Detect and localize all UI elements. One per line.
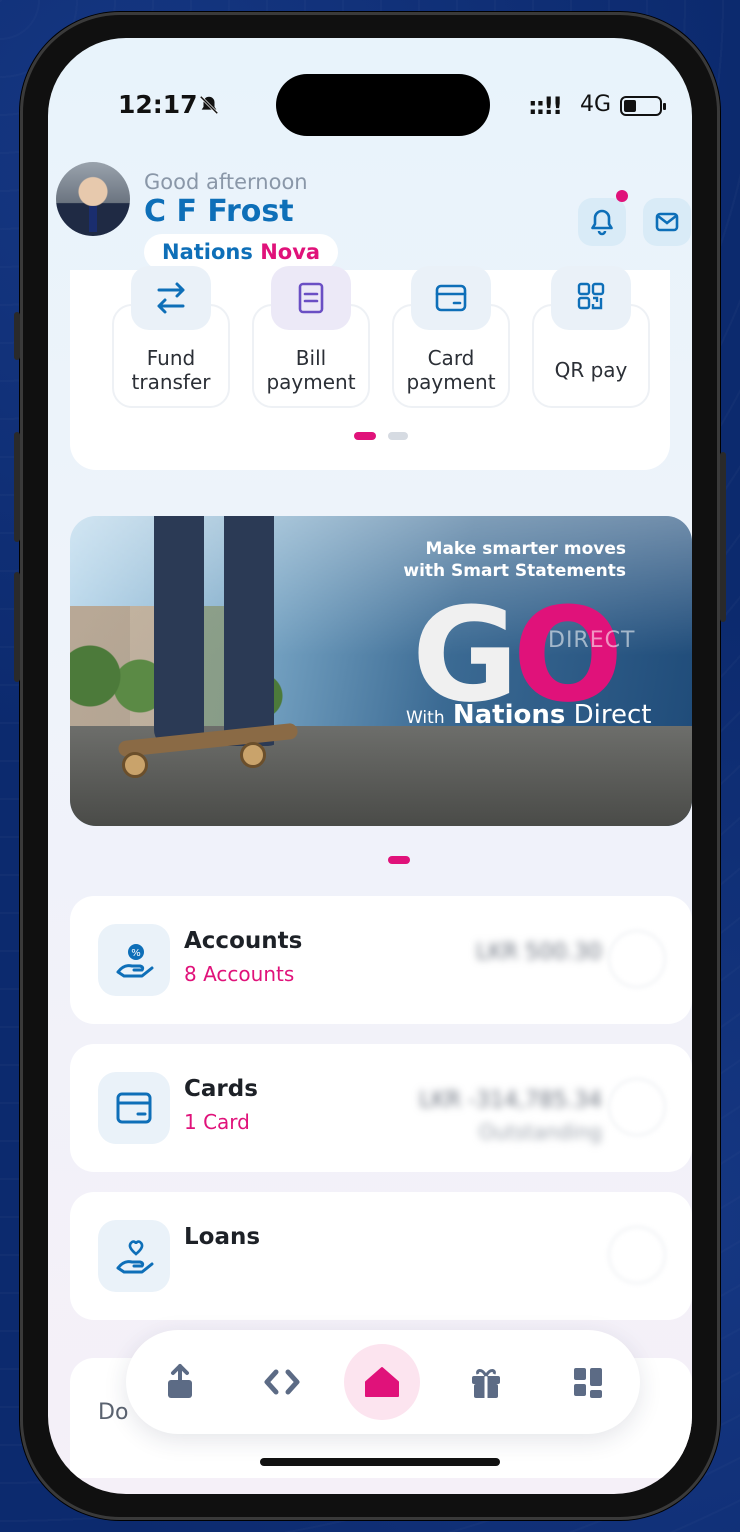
partial-section-title: Do [98, 1400, 129, 1425]
share-upload-icon [168, 1364, 192, 1398]
grid-icon [574, 1368, 602, 1398]
qa-label-line1: Card [427, 346, 475, 370]
home-indicator[interactable] [260, 1458, 500, 1466]
app-screen: 12:17 ::!! 4G Good afternoon C F Frost N… [48, 38, 692, 1494]
pager-dot[interactable] [388, 432, 408, 440]
qa-icon-bg [411, 266, 491, 330]
status-time: 12:17 [118, 90, 198, 119]
product-icon-bg [98, 1220, 170, 1292]
dynamic-island [276, 74, 490, 136]
bell-slash-icon [199, 95, 219, 115]
qa-label-line2: transfer [131, 370, 211, 394]
volume-down-button [14, 572, 20, 682]
nav-share-button[interactable] [154, 1356, 206, 1408]
mail-icon [655, 212, 679, 232]
qr-code-icon [577, 282, 605, 310]
skateboard-wheel [240, 742, 266, 768]
banner-brand-line: With Nations Direct [406, 700, 652, 730]
qa-label-line1: Fund [146, 346, 196, 370]
brand-primary: Nations [162, 240, 253, 264]
loans-title: Loans [184, 1224, 261, 1250]
phone-frame: 12:17 ::!! 4G Good afternoon C F Frost N… [14, 12, 726, 1520]
qa-icon-bg [551, 266, 631, 330]
skater-figure [154, 516, 284, 746]
swap-arrows-icon [157, 282, 185, 314]
money-hand-icon: % [116, 944, 154, 978]
loans-card[interactable]: Loans [70, 1192, 692, 1320]
card-icon [435, 284, 467, 312]
gift-icon [472, 1369, 500, 1398]
user-name: C F Frost [144, 194, 294, 229]
accounts-count: 8 Accounts [184, 962, 295, 986]
chevron-right-icon[interactable] [608, 1078, 666, 1136]
cards-card[interactable]: Cards 1 Card LKR -314,785.34 Outstanding [70, 1044, 692, 1172]
mute-switch [14, 312, 20, 360]
banner-brand-rest: Direct [565, 700, 652, 730]
qa-icon-bg [271, 266, 351, 330]
greeting-text: Good afternoon [144, 170, 308, 194]
avatar[interactable] [56, 162, 130, 236]
brand-badge: Nations Nova [144, 234, 339, 270]
card-icon [116, 1092, 152, 1124]
qa-label-line2: payment [406, 370, 496, 394]
banner-brand-bold: Nations [452, 700, 566, 730]
signal-icon: ::!! [528, 92, 563, 120]
cards-balance-label: Outstanding [478, 1120, 602, 1144]
cards-balance: LKR -314,785.34 [419, 1088, 602, 1113]
product-icon-bg [98, 1072, 170, 1144]
skateboard-wheel [122, 752, 148, 778]
svg-text:%: % [131, 948, 141, 959]
status-bar: 12:17 ::!! 4G [48, 38, 692, 138]
bell-icon [591, 209, 613, 236]
promo-banner[interactable]: Make smarter moves with Smart Statements… [70, 516, 692, 826]
chevron-right-icon[interactable] [608, 1226, 666, 1284]
network-type: 4G [580, 92, 612, 117]
banner-tagline-line1: Make smarter moves [425, 539, 626, 559]
brand-secondary: Nova [260, 240, 321, 264]
banner-with: With [406, 708, 445, 728]
notification-badge [616, 190, 628, 202]
nav-rewards-button[interactable] [460, 1356, 512, 1408]
banner-pager-dot[interactable] [388, 856, 410, 864]
cards-title: Cards [184, 1076, 258, 1102]
qa-label-line1: Bill [295, 346, 327, 370]
nav-home-button[interactable] [356, 1356, 408, 1408]
notifications-button[interactable] [578, 198, 626, 246]
qa-icon-bg [131, 266, 211, 330]
banner-tagline: Make smarter moves with Smart Statements [403, 538, 626, 582]
power-button [720, 452, 726, 622]
bottom-nav [126, 1330, 640, 1434]
accounts-card[interactable]: % Accounts 8 Accounts LKR 500.30 [70, 896, 692, 1024]
qa-label-line2: payment [266, 370, 356, 394]
nav-more-button[interactable] [562, 1356, 614, 1408]
banner-direct-small: DIRECT [548, 628, 636, 653]
accounts-title: Accounts [184, 928, 303, 954]
home-icon [365, 1367, 399, 1397]
battery-icon [620, 96, 666, 116]
bill-icon [298, 282, 324, 314]
chevron-right-icon[interactable] [608, 930, 666, 988]
code-arrows-icon [264, 1369, 300, 1395]
volume-up-button [14, 432, 20, 542]
pager-dot-active[interactable] [354, 432, 376, 440]
heart-hand-icon [116, 1240, 154, 1274]
accounts-balance: LKR 500.30 [476, 940, 602, 965]
cards-count: 1 Card [184, 1110, 250, 1134]
product-icon-bg: % [98, 924, 170, 996]
nav-transfer-button[interactable] [256, 1356, 308, 1408]
inbox-button[interactable] [643, 198, 691, 246]
qa-label-line1: QR pay [554, 358, 628, 382]
